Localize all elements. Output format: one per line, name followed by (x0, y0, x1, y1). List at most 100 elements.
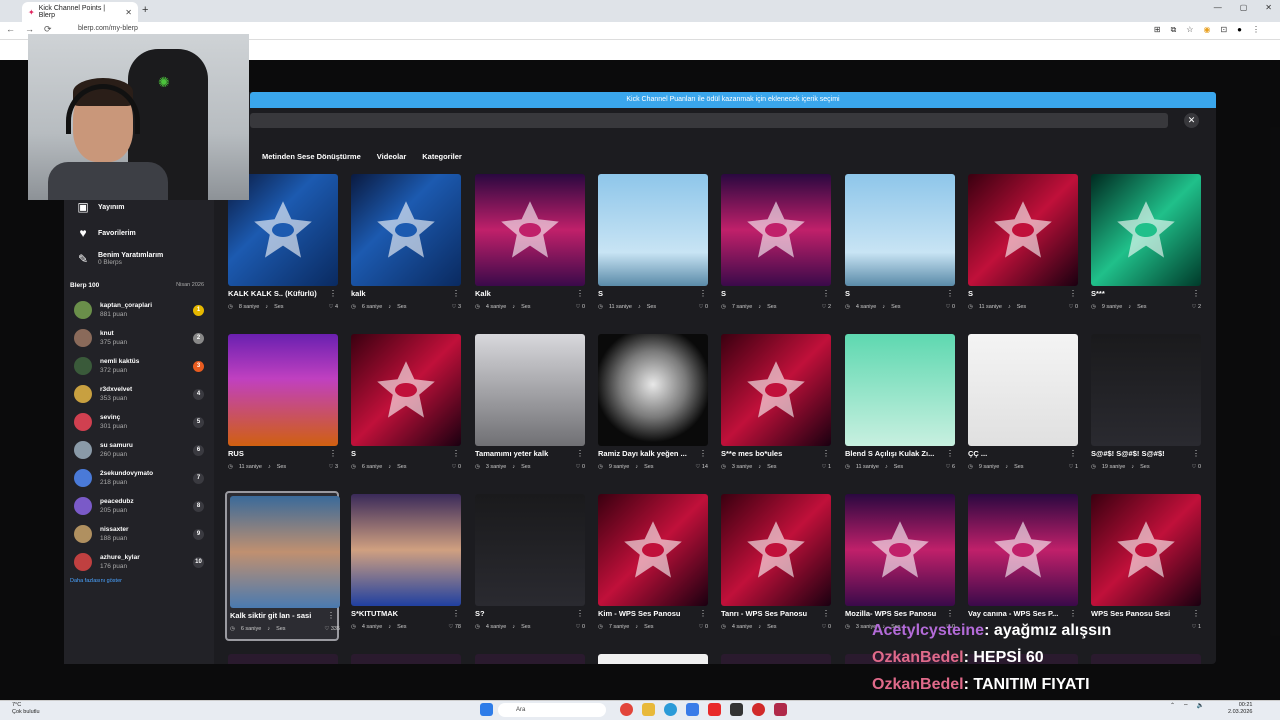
blerp-thumbnail[interactable] (1091, 494, 1201, 606)
more-options-icon[interactable]: ⋮ (822, 449, 830, 458)
blerp-thumbnail[interactable] (475, 334, 585, 446)
more-options-icon[interactable]: ⋮ (329, 449, 337, 458)
bookmark-star-icon[interactable]: ☆ (1186, 25, 1193, 35)
blerp-card[interactable]: S? ⋮ ◷ 4 saniye ♪ Ses ♡ 0 (472, 491, 586, 641)
more-options-icon[interactable]: ⋮ (822, 609, 830, 618)
leaderboard-row[interactable]: nissaxter 188 puan 9 (74, 522, 204, 546)
blerp-card[interactable]: Tanrı - WPS Ses Panosu ⋮ ◷ 4 saniye ♪ Ses ♡ 0 (718, 491, 832, 641)
leaderboard-row[interactable]: sevinç 301 puan 5 (74, 410, 204, 434)
blerp-thumbnail[interactable] (968, 494, 1078, 606)
store-icon[interactable] (686, 703, 699, 716)
app-icon[interactable] (730, 703, 743, 716)
more-options-icon[interactable]: ⋮ (699, 449, 707, 458)
taskbar-search[interactable]: Ara (498, 703, 606, 717)
blerp-card[interactable]: Mozilla- WPS Ses Panosu ⋮ ◷ 3 saniye ♪ Ses ♡ 0 (842, 491, 956, 641)
close-tab-icon[interactable]: ✕ (125, 8, 132, 17)
blerp-thumbnail[interactable] (721, 174, 831, 286)
blerp-thumbnail[interactable] (228, 654, 338, 664)
more-options-icon[interactable]: ⋮ (1192, 609, 1200, 618)
blerp-thumbnail[interactable] (598, 494, 708, 606)
blerp-thumbnail[interactable] (845, 174, 955, 286)
more-options-icon[interactable]: ⋮ (576, 609, 584, 618)
chrome-icon[interactable] (620, 703, 633, 716)
more-options-icon[interactable]: ⋮ (576, 289, 584, 298)
sidebar-item-my-creations[interactable]: ✎ Benim Yaratımlarım 0 Blerps (76, 252, 163, 266)
blerp-card[interactable]: S@#$! S@#$! S@#$! ⋮ ◷ 19 saniye ♪ Ses ♡ 0 (1088, 331, 1202, 481)
blerp-card[interactable]: Kalk ⋮ ◷ 4 saniye ♪ Ses ♡ 0 (472, 171, 586, 321)
more-options-icon[interactable]: ⋮ (822, 289, 830, 298)
more-options-icon[interactable]: ⋮ (1069, 449, 1077, 458)
blerp-thumbnail[interactable] (351, 494, 461, 606)
tab-categories[interactable]: Kategoriler (416, 148, 468, 165)
leaderboard-row[interactable]: 2sekundovymato 218 puan 7 (74, 466, 204, 490)
blerp-thumbnail[interactable] (598, 334, 708, 446)
more-options-icon[interactable]: ⋮ (946, 609, 954, 618)
back-icon[interactable]: ← (6, 24, 15, 35)
blerp-card[interactable]: S**e mes bo*ules ⋮ ◷ 3 saniye ♪ Ses ♡ 1 (718, 331, 832, 481)
app2-icon[interactable] (774, 703, 787, 716)
edge-icon[interactable] (664, 703, 677, 716)
windows-start-icon[interactable] (480, 703, 493, 716)
leaderboard-row[interactable]: azhure_kylar 176 puan 10 (74, 550, 204, 574)
leaderboard-row[interactable]: r3dxvelvet 353 puan 4 (74, 382, 204, 406)
blerp-thumbnail[interactable] (721, 654, 831, 664)
blerp-thumbnail[interactable] (968, 174, 1078, 286)
taskbar-clock[interactable]: 00:21 2.03.2026 (1228, 702, 1252, 716)
blerp-thumbnail[interactable] (475, 174, 585, 286)
blerp-card[interactable]: S*** ⋮ ◷ 9 saniye ♪ Ses ♡ 2 (1088, 171, 1202, 321)
blerp-thumbnail[interactable] (475, 494, 585, 606)
blerp-thumbnail[interactable] (475, 654, 585, 664)
puzzle-icon[interactable]: ⊡ (1220, 25, 1227, 35)
tab-text-to-speech[interactable]: Metinden Sese Dönüştürme (256, 148, 367, 165)
blerp-card[interactable]: Kalk siktir git lan - sasi ⋮ ◷ 6 saniye ♪ Ses… (225, 491, 340, 641)
blerp-thumbnail[interactable] (598, 174, 708, 286)
translate-icon[interactable]: ⊞ (1154, 25, 1161, 35)
blerp-card[interactable]: RUS ⋮ ◷ 11 saniye ♪ Ses ♡ 3 (225, 331, 339, 481)
more-options-icon[interactable]: ⋮ (576, 449, 584, 458)
blerp-thumbnail[interactable] (351, 174, 461, 286)
blerp-card[interactable]: S ⋮ ◷ 7 saniye ♪ Ses ♡ 2 (718, 171, 832, 321)
minimize-button[interactable]: — (1214, 3, 1222, 12)
blerp-thumbnail[interactable] (845, 334, 955, 446)
blerp-thumbnail[interactable] (230, 496, 340, 608)
more-options-icon[interactable]: ⋮ (1069, 609, 1077, 618)
blerp-card[interactable]: Tamamımı yeter kalk ⋮ ◷ 3 saniye ♪ Ses ♡ 0 (472, 331, 586, 481)
blerp-card[interactable]: Ramiz Dayı kalk yeğen ... ⋮ ◷ 9 saniye ♪ Ses ♡… (595, 331, 709, 481)
more-options-icon[interactable]: ⋮ (946, 449, 954, 458)
close-window-button[interactable]: ✕ (1265, 3, 1272, 12)
blerp-card[interactable]: WPS Ses Panosu Sesi ⋮ ♡ 1 (1088, 491, 1202, 641)
leaderboard-row[interactable]: peacedubz 205 puan 8 (74, 494, 204, 518)
more-options-icon[interactable]: ⋮ (452, 289, 460, 298)
leaderboard-row[interactable]: nemli kaktüs 372 puan 3 (74, 354, 204, 378)
more-options-icon[interactable]: ⋮ (452, 609, 460, 618)
share-icon[interactable]: ⧉ (1171, 25, 1177, 35)
explorer-icon[interactable] (642, 703, 655, 716)
blerp-card[interactable]: Blend S Açılışı Kulak Zı... ⋮ ◷ 11 saniye ♪ S… (842, 331, 956, 481)
more-options-icon[interactable]: ⋮ (329, 289, 337, 298)
extension-icon[interactable]: ◉ (1203, 25, 1210, 35)
obs-icon[interactable] (752, 703, 765, 716)
profile-icon[interactable]: ● (1237, 25, 1242, 35)
blerp-thumbnail[interactable] (968, 334, 1078, 446)
more-options-icon[interactable]: ⋮ (1069, 289, 1077, 298)
more-options-icon[interactable]: ⋮ (452, 449, 460, 458)
leaderboard-row[interactable]: knut 375 puan 2 (74, 326, 204, 350)
close-modal-button[interactable]: ✕ (1184, 113, 1199, 128)
more-options-icon[interactable]: ⋮ (1192, 289, 1200, 298)
blerp-card[interactable]: S ⋮ ◷ 6 saniye ♪ Ses ♡ 0 (348, 331, 462, 481)
weather-widget[interactable]: 7°C Çok bulutlu (12, 702, 40, 716)
blerp-thumbnail[interactable] (351, 654, 461, 664)
more-options-icon[interactable]: ⋮ (1192, 449, 1200, 458)
blerp-thumbnail[interactable] (845, 494, 955, 606)
tab-videos[interactable]: Videolar (371, 148, 412, 165)
more-options-icon[interactable]: ⋮ (699, 289, 707, 298)
sidebar-item-my-stream[interactable]: ▣ Yayınım (76, 200, 124, 214)
blerp-card[interactable]: Kim - WPS Ses Panosu ⋮ ◷ 7 saniye ♪ Ses ♡ 0 (595, 491, 709, 641)
volume-icon[interactable]: 🔈 (1197, 702, 1204, 710)
blerp-thumbnail[interactable] (1091, 174, 1201, 286)
blerp-card[interactable]: S ⋮ ◷ 11 saniye ♪ Ses ♡ 0 (595, 171, 709, 321)
tray-chevron-icon[interactable]: ⌃ (1170, 702, 1175, 710)
more-options-icon[interactable]: ⋮ (699, 609, 707, 618)
menu-icon[interactable]: ⋮ (1252, 25, 1260, 35)
blerp-thumbnail[interactable] (351, 334, 461, 446)
